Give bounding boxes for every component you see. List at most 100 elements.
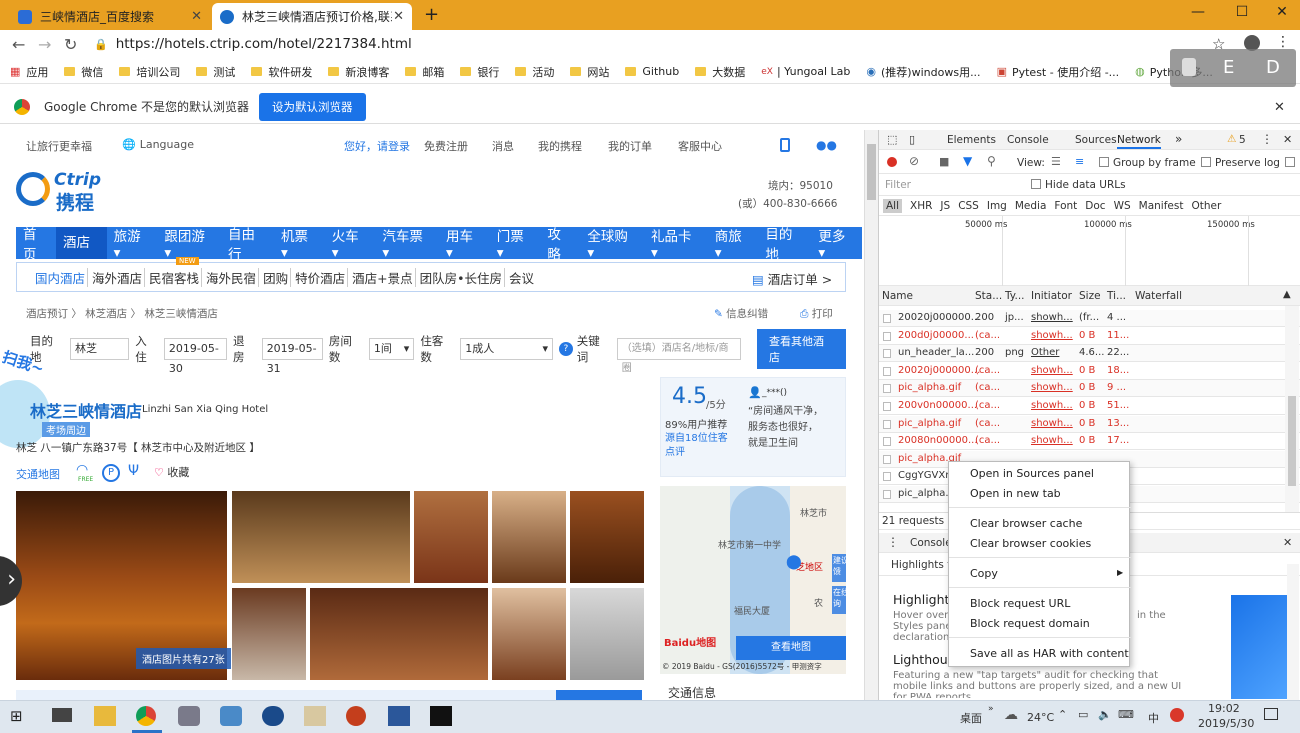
nav-free-tour[interactable]: 自由行 bbox=[221, 223, 274, 263]
login-link[interactable]: 您好，请登录 bbox=[344, 138, 410, 154]
new-tab-button[interactable]: + bbox=[424, 4, 439, 25]
drawer-menu-icon[interactable]: ⋮ bbox=[887, 535, 899, 549]
nav-group-tour[interactable]: 跟团游 ▾ bbox=[157, 225, 221, 261]
my-orders-menu[interactable]: 我的订单 bbox=[608, 138, 652, 154]
col-waterfall[interactable]: Waterfall bbox=[1135, 290, 1182, 302]
filter-icon[interactable]: ▼ bbox=[963, 154, 972, 168]
hotel-order-link[interactable]: ▤ 酒店订单 > bbox=[752, 269, 832, 288]
hotel-photo[interactable] bbox=[492, 491, 566, 583]
dest-input[interactable]: 林芝 bbox=[69, 338, 130, 360]
book-button-edge[interactable] bbox=[556, 690, 642, 700]
preserve-log-checkbox[interactable] bbox=[1201, 157, 1211, 167]
notepad-app-icon[interactable] bbox=[304, 706, 326, 726]
menu-block-url[interactable]: Block request URL bbox=[970, 595, 1070, 613]
subnav-domestic[interactable]: 国内酒店 bbox=[33, 267, 89, 287]
inspect-icon[interactable]: ⬚ bbox=[887, 133, 897, 146]
close-window-icon[interactable]: ✕ bbox=[1262, 4, 1300, 20]
infobar-close-icon[interactable]: ✕ bbox=[1274, 100, 1285, 115]
back-icon[interactable]: ← bbox=[12, 35, 25, 54]
windows-start-icon[interactable]: ⊞ bbox=[10, 707, 32, 727]
menu-clear-cache[interactable]: Clear browser cache bbox=[970, 515, 1082, 533]
menu-block-domain[interactable]: Block request domain bbox=[970, 615, 1090, 633]
clear-icon[interactable]: ⊘ bbox=[909, 154, 919, 168]
register-link[interactable]: 免费注册 bbox=[424, 138, 468, 154]
drawer-scrollbar[interactable] bbox=[1287, 564, 1299, 700]
hotel-photo-room[interactable] bbox=[310, 588, 488, 680]
bookmark-item[interactable]: 测试 bbox=[196, 64, 235, 80]
subnav-hotel-attraction[interactable]: 酒店+景点 bbox=[350, 267, 416, 287]
ctrip-logo-text[interactable]: Ctrip bbox=[54, 170, 101, 190]
view-map-button[interactable]: 查看地图 bbox=[736, 636, 846, 660]
bookmark-item[interactable]: 大数据 bbox=[695, 64, 745, 80]
menu-open-in-sources[interactable]: Open in Sources panel bbox=[970, 465, 1094, 483]
ctrip-logo-cn[interactable]: 携程 bbox=[56, 188, 94, 215]
network-icon[interactable]: ▭ bbox=[1078, 708, 1088, 721]
tab-elements[interactable]: Elements bbox=[947, 134, 996, 146]
menu-save-har[interactable]: Save all as HAR with content bbox=[970, 645, 1129, 663]
review-source-link[interactable]: 源自18位住客点评 bbox=[665, 432, 729, 460]
chevron-icon[interactable]: » bbox=[988, 704, 994, 714]
type-filter-manifest[interactable]: Manifest bbox=[1139, 200, 1184, 212]
hotel-photo[interactable] bbox=[232, 588, 306, 680]
bookmark-item[interactable]: ▣ Pytest - 使用介绍 -... bbox=[997, 64, 1120, 80]
nav-more[interactable]: 更多 ▾ bbox=[811, 225, 862, 261]
bookmark-item[interactable]: 网站 bbox=[570, 64, 609, 80]
nav-destination[interactable]: 目的地 bbox=[758, 223, 811, 263]
breadcrumb[interactable]: 酒店预订 〉 林芝酒店 〉 林芝三峡情酒店 bbox=[26, 306, 218, 321]
col-name[interactable]: Name bbox=[882, 290, 913, 302]
nav-guide[interactable]: 攻略 bbox=[540, 223, 580, 263]
keyword-input[interactable]: （选填）酒店名/地标/商圈 bbox=[616, 338, 741, 374]
service-center-link[interactable]: 客服中心 bbox=[678, 138, 722, 154]
set-default-browser-button[interactable]: 设为默认浏览器 bbox=[259, 92, 366, 121]
mail-app-icon[interactable] bbox=[52, 708, 72, 722]
bookmark-item[interactable]: 邮箱 bbox=[405, 64, 444, 80]
table-row[interactable]: pic_alpha.gif (ca... showh... 0 B 13... bbox=[879, 415, 1300, 433]
bookmark-item[interactable]: Github bbox=[625, 65, 679, 78]
hotel-photo[interactable] bbox=[570, 588, 644, 680]
overview-icon[interactable]: ≡ bbox=[1075, 155, 1084, 168]
nav-gift-card[interactable]: 礼品卡 ▾ bbox=[644, 225, 708, 261]
record-icon[interactable] bbox=[887, 157, 897, 167]
nav-travel[interactable]: 旅游 ▾ bbox=[107, 225, 158, 261]
desktop-label[interactable]: 桌面 bbox=[960, 710, 982, 726]
tab-sources[interactable]: Sources bbox=[1075, 134, 1117, 146]
drawer-tab-console[interactable]: Console bbox=[910, 537, 952, 549]
col-type[interactable]: Ty... bbox=[1005, 290, 1025, 302]
rows-scrollbar[interactable] bbox=[1285, 306, 1299, 512]
subnav-meeting[interactable]: 会议 bbox=[507, 268, 536, 287]
notification-icon[interactable] bbox=[1264, 708, 1278, 720]
type-filter-ws[interactable]: WS bbox=[1114, 200, 1131, 212]
mobile-icon[interactable] bbox=[780, 138, 790, 152]
checkin-input[interactable]: 2019-05-30 bbox=[163, 338, 228, 375]
drawer-close-icon[interactable]: ✕ bbox=[1283, 536, 1292, 549]
devtools-menu-icon[interactable]: ⋮ bbox=[1261, 132, 1273, 146]
close-icon[interactable]: ✕ bbox=[393, 9, 404, 24]
feedback-link[interactable]: ✎ 信息纠错 bbox=[714, 306, 768, 321]
nav-business[interactable]: 商旅 ▾ bbox=[708, 225, 759, 261]
hotel-photo[interactable] bbox=[492, 588, 566, 680]
rooms-select[interactable]: 1间 ▾ bbox=[368, 338, 415, 360]
subnav-team-long-stay[interactable]: 团队房•长住房 bbox=[418, 267, 505, 287]
tray-up-arrow-icon[interactable]: ⌃ bbox=[1058, 708, 1067, 721]
database-app-icon[interactable] bbox=[178, 706, 200, 726]
menu-clear-cookies[interactable]: Clear browser cookies bbox=[970, 535, 1091, 553]
bookmark-item[interactable]: eX | Yungoal Lab bbox=[761, 65, 850, 78]
keyboard-icon[interactable]: ⌨ bbox=[1118, 708, 1134, 721]
table-row[interactable]: 20020j000000... (ca... showh... 0 B 18... bbox=[879, 362, 1300, 380]
nav-car[interactable]: 用车 ▾ bbox=[439, 225, 490, 261]
col-initiator[interactable]: Initiator bbox=[1031, 290, 1072, 302]
menu-kebab-icon[interactable]: ⋮ bbox=[1276, 34, 1290, 50]
type-filter-css[interactable]: CSS bbox=[958, 200, 979, 212]
maximize-icon[interactable]: ☐ bbox=[1222, 4, 1262, 20]
file-explorer-icon[interactable] bbox=[94, 706, 116, 726]
checkout-input[interactable]: 2019-05-31 bbox=[261, 338, 323, 375]
nav-home[interactable]: 首页 bbox=[16, 223, 56, 263]
my-ctrip-menu[interactable]: 我的携程 bbox=[538, 138, 582, 154]
subnav-overseas-homestay[interactable]: 海外民宿 bbox=[204, 267, 260, 287]
bookmark-item[interactable]: 培训公司 bbox=[119, 64, 180, 80]
disable-cache-checkbox[interactable] bbox=[1285, 157, 1295, 167]
sort-arrow-icon[interactable]: ▲ bbox=[1283, 289, 1291, 300]
screenshot-icon[interactable]: ■ bbox=[939, 155, 949, 168]
reload-icon[interactable]: ↻ bbox=[64, 35, 77, 54]
page-scrollbar[interactable] bbox=[864, 130, 878, 700]
